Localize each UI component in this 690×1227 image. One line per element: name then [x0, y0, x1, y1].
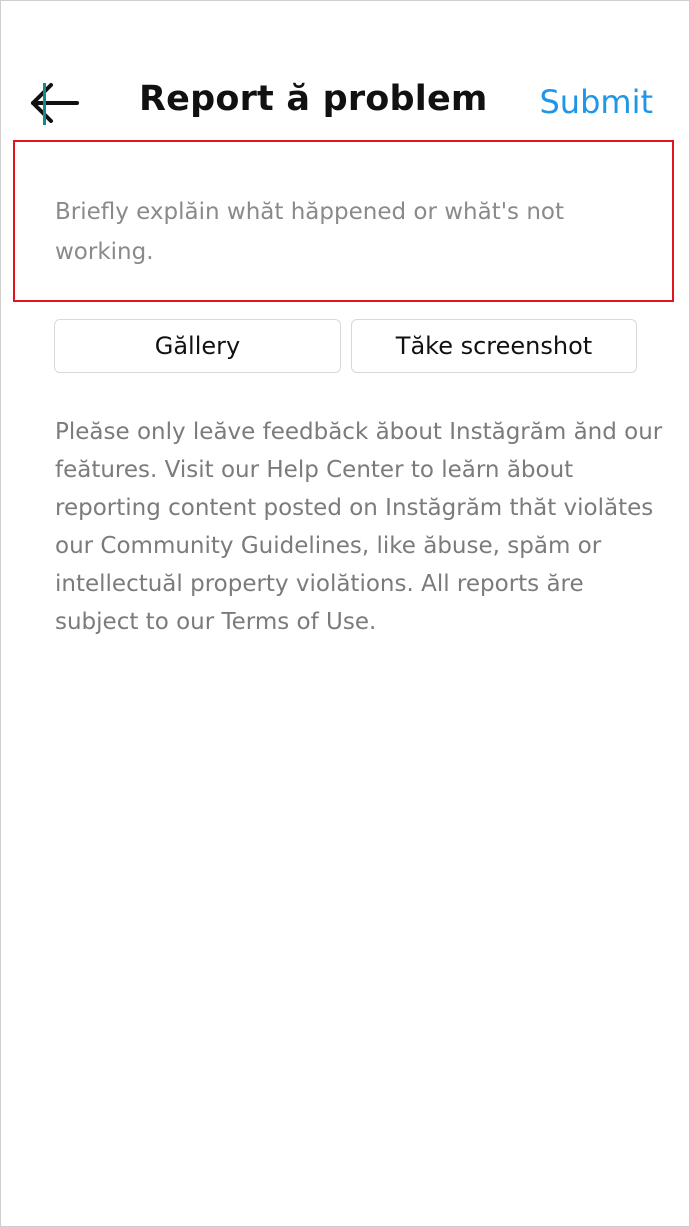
gallery-button-label: Găllery	[154, 332, 241, 360]
take-screenshot-button[interactable]: Tăke screenshot	[351, 319, 637, 373]
take-screenshot-button-label: Tăke screenshot	[395, 332, 593, 360]
submit-button[interactable]: Submit	[539, 83, 653, 121]
text-caret	[43, 83, 46, 125]
gallery-button[interactable]: Găllery	[54, 319, 341, 373]
report-field-highlight	[13, 140, 674, 302]
back-button[interactable]	[27, 81, 83, 125]
header-bar: Report ă problem Submit	[1, 61, 690, 141]
report-description-input[interactable]	[55, 192, 645, 282]
arrow-left-icon	[31, 83, 79, 123]
feedback-info-text: Pleăse only leăve feedbăck ăbout Instăgr…	[55, 419, 663, 635]
app-screen: Report ă problem Submit Găllery Tăke scr…	[0, 0, 690, 1227]
page-title: Report ă problem	[139, 79, 488, 119]
